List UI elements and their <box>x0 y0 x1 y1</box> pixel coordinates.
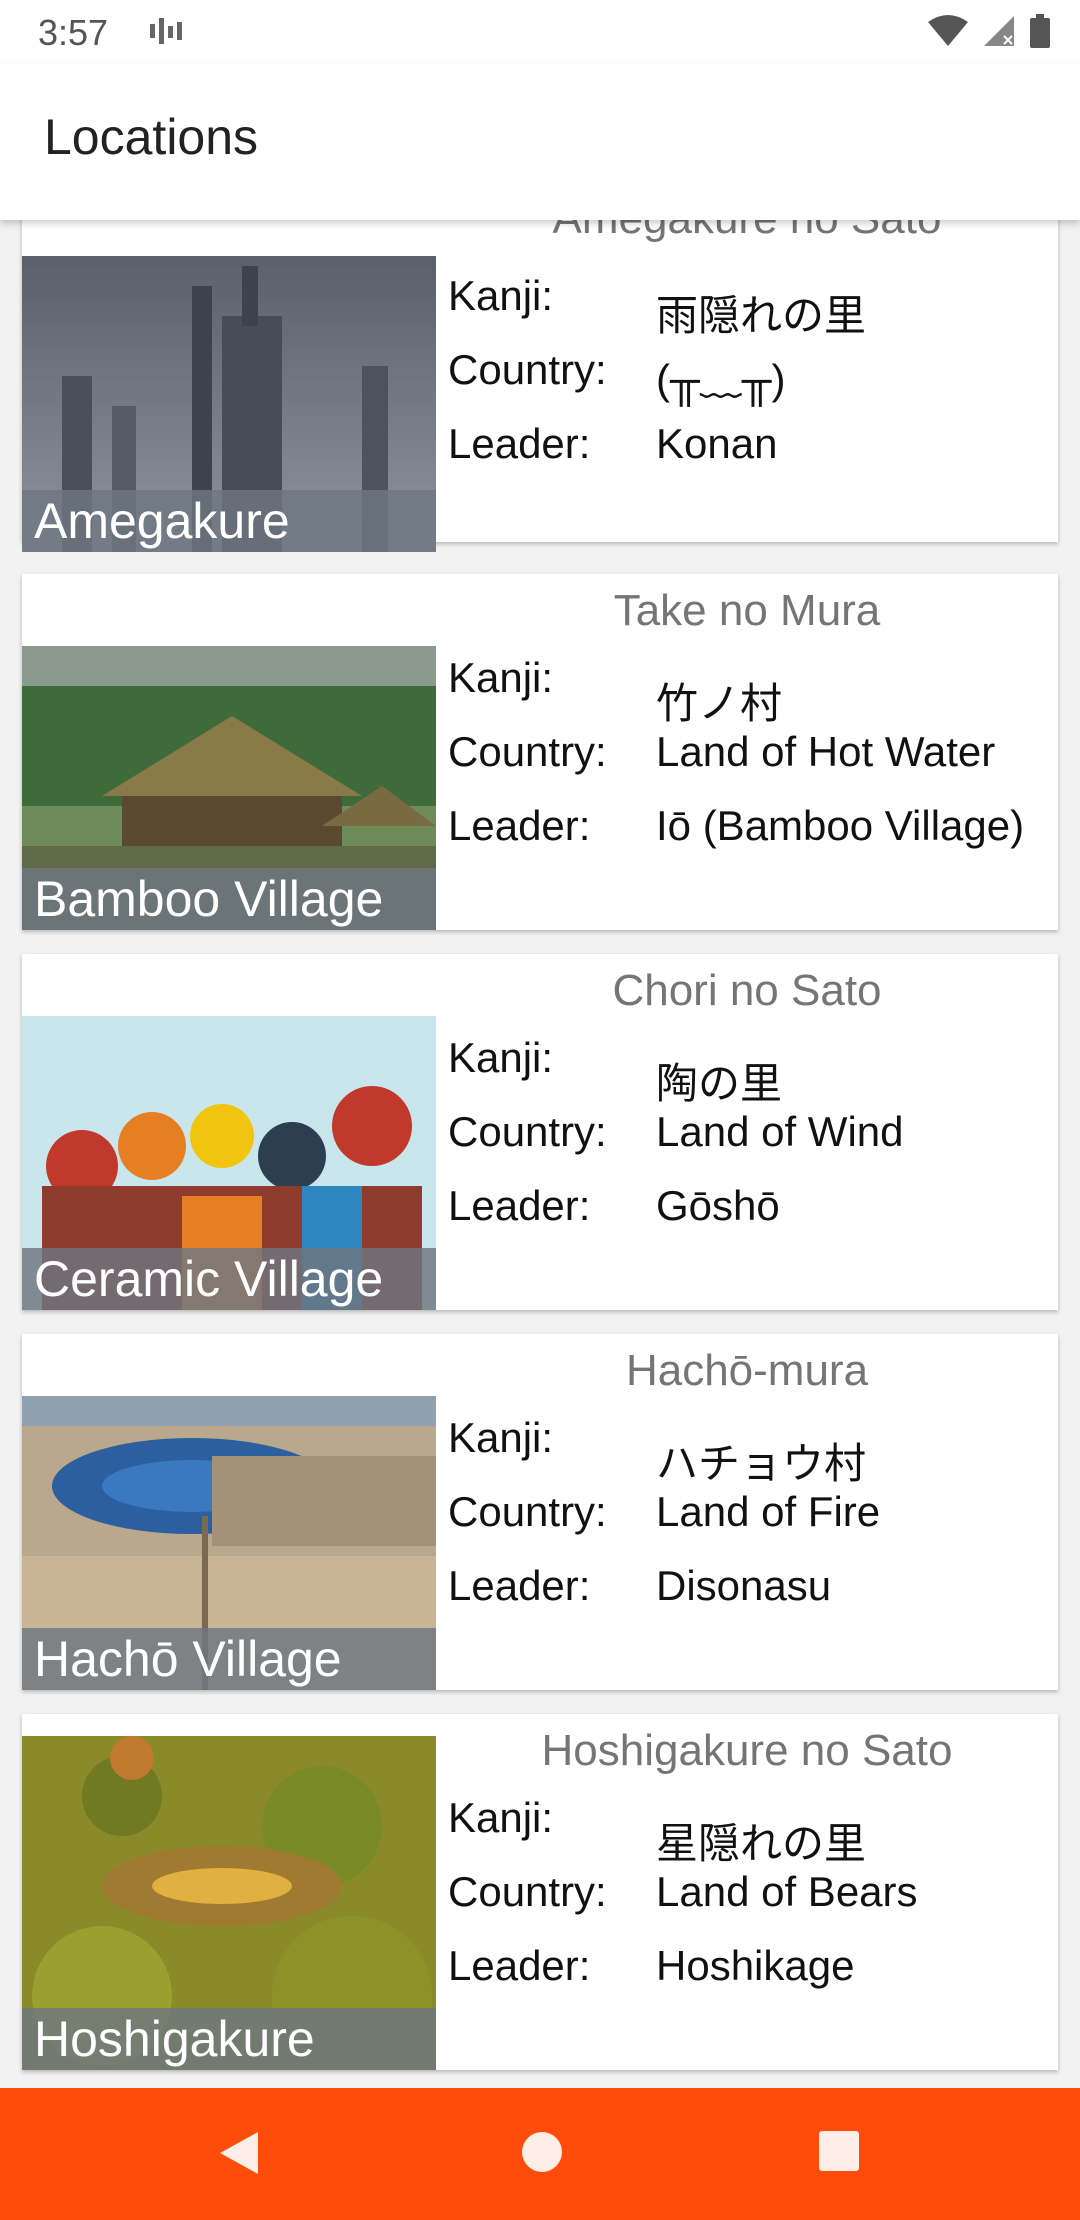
system-nav-bar <box>0 2088 1080 2220</box>
leader-value: Hoshikage <box>656 1942 855 1989</box>
kanji-value: ハチョウ村 <box>656 1440 867 1487</box>
country-value: Land of Wind <box>656 1108 904 1155</box>
leader-label: Leader: <box>448 802 591 849</box>
kanji-label: Kanji: <box>448 1034 554 1081</box>
country-value: Land of Fire <box>656 1488 881 1535</box>
image-caption: Amegakure <box>22 490 436 552</box>
home-icon[interactable] <box>520 2130 564 2179</box>
leader-value: Konan <box>656 420 778 467</box>
country-value: (╥﹏╥) <box>656 356 786 403</box>
card-title: Hachō-mura <box>625 1346 869 1395</box>
country-label: Country: <box>448 346 607 393</box>
leader-label: Leader: <box>448 1182 591 1229</box>
leader-value: Gōshō <box>656 1182 780 1229</box>
leader-label: Leader: <box>448 1562 591 1609</box>
location-card[interactable]: Hachō-mura Hachō Village Kanji: ハチョウ村 Co… <box>22 1334 1058 1690</box>
country-label: Country: <box>448 1868 607 1915</box>
cell-signal-icon <box>982 14 1016 53</box>
card-title: Amegakure no Sato <box>436 220 1058 244</box>
recents-icon[interactable] <box>818 2130 860 2177</box>
location-card[interactable]: Hoshigakure no Sato Hoshigakure Kanji: 星… <box>22 1714 1058 2070</box>
status-bar: 3:57 <box>0 0 1080 64</box>
leader-value: Disonasu <box>656 1562 832 1609</box>
kanji-label: Kanji: <box>448 272 554 319</box>
back-icon[interactable] <box>218 2130 260 2181</box>
battery-icon <box>1030 14 1050 53</box>
page-title: Locations <box>44 109 259 165</box>
country-value: Land of Hot Water <box>656 728 996 775</box>
image-caption: Bamboo Village <box>22 868 436 930</box>
location-card[interactable]: Take no Mura Bamboo Village Kanji: 竹ノ村 C… <box>22 574 1058 930</box>
location-image: Ceramic Village <box>22 1016 436 1310</box>
location-card[interactable]: Chori no Sato Ceramic Village Kanji: 陶の里… <box>22 954 1058 1310</box>
country-label: Country: <box>448 728 607 775</box>
kanji-value: 陶の里 <box>656 1060 783 1107</box>
kanji-value: 竹ノ村 <box>656 680 783 727</box>
leader-value: Iō (Bamboo Village) <box>656 802 1025 849</box>
kanji-value: 雨隠れの里 <box>656 292 867 339</box>
image-caption: Ceramic Village <box>22 1248 436 1310</box>
kanji-label: Kanji: <box>448 1794 554 1841</box>
signal-activity-icon <box>150 18 182 53</box>
status-time: 3:57 <box>38 12 109 53</box>
wifi-icon <box>928 14 968 53</box>
location-image: Bamboo Village <box>22 646 436 930</box>
image-caption: Hoshigakure <box>22 2008 436 2070</box>
card-title: Take no Mura <box>613 586 881 635</box>
card-title: Hoshigakure no Sato <box>541 1726 953 1775</box>
app-bar: Locations <box>0 64 1080 220</box>
card-title: Chori no Sato <box>612 966 882 1015</box>
image-caption: Hachō Village <box>22 1628 436 1690</box>
leader-label: Leader: <box>448 420 591 467</box>
location-card[interactable]: Amegakure no Sato Amegakure Kanji: 雨隠れの里… <box>22 220 1058 552</box>
locations-list[interactable]: Amegakure no Sato Amegakure Kanji: 雨隠れの里… <box>0 220 1080 2088</box>
leader-label: Leader: <box>448 1942 591 1989</box>
country-label: Country: <box>448 1108 607 1155</box>
kanji-label: Kanji: <box>448 654 554 701</box>
location-image: Amegakure <box>22 256 436 552</box>
country-label: Country: <box>448 1488 607 1535</box>
location-image: Hoshigakure <box>22 1736 436 2070</box>
country-value: Land of Bears <box>656 1868 918 1915</box>
location-image: Hachō Village <box>22 1396 436 1690</box>
kanji-value: 星隠れの里 <box>656 1820 867 1867</box>
kanji-label: Kanji: <box>448 1414 554 1461</box>
